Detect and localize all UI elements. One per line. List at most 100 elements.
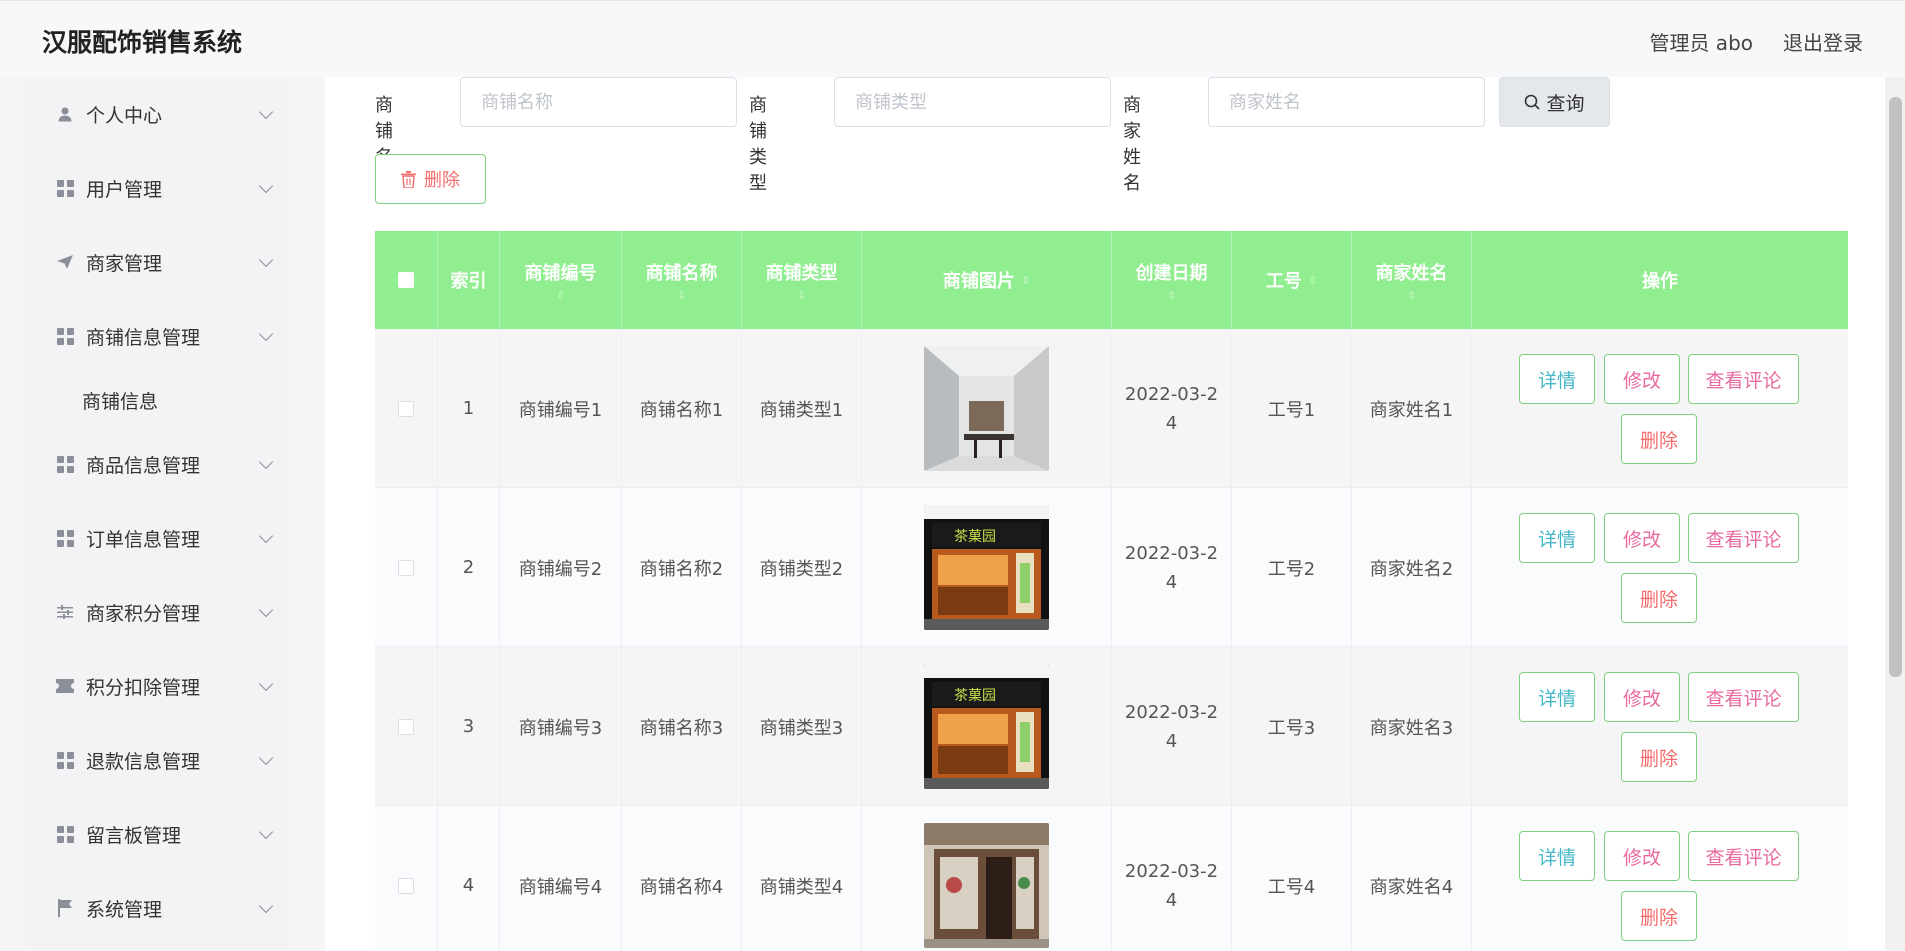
shop-image[interactable]: 茶菓园 — [924, 505, 1049, 630]
delete-button[interactable]: 删除 — [1621, 573, 1697, 623]
sidebar-item-label: 用户管理 — [86, 178, 163, 201]
cell-merchant: 商家姓名2 — [1352, 488, 1472, 647]
sidebar-item-merchant-points-management[interactable]: 商家积分管理 — [25, 575, 288, 649]
detail-button[interactable]: 详情 — [1519, 831, 1595, 881]
search-icon — [1525, 94, 1541, 110]
detail-button[interactable]: 详情 — [1519, 513, 1595, 563]
chevron-down-icon — [258, 178, 274, 194]
col-actions: 操作 — [1642, 271, 1678, 292]
shop-type-input[interactable] — [834, 77, 1111, 127]
vertical-scrollbar[interactable] — [1885, 77, 1905, 951]
chevron-down-icon — [258, 676, 274, 692]
chevron-down-icon — [258, 824, 274, 840]
cell-index: 3 — [438, 647, 500, 806]
sidebar-item-merchant-management[interactable]: 商家管理 — [25, 225, 288, 299]
view-comments-button[interactable]: 查看评论 — [1688, 672, 1799, 722]
sidebar-item-order-info-management[interactable]: 订单信息管理 — [25, 501, 288, 575]
cell-shop-no: 商铺编号2 — [500, 488, 622, 647]
sidebar-item-message-board-management[interactable]: 留言板管理 — [25, 797, 288, 871]
cell-shop-image — [862, 329, 1112, 488]
sidebar-item-refund-info-management[interactable]: 退款信息管理 — [25, 723, 288, 797]
sort-icon: ⇕ — [1020, 273, 1031, 287]
edit-button[interactable]: 修改 — [1604, 831, 1680, 881]
edit-button[interactable]: 修改 — [1604, 513, 1680, 563]
cell-created: 2022-03-24 — [1112, 488, 1232, 647]
sort-icon: ⇕ — [676, 288, 687, 302]
row-checkbox[interactable] — [375, 806, 438, 951]
delete-button[interactable]: 删除 — [1621, 414, 1697, 464]
edit-button[interactable]: 修改 — [1604, 672, 1680, 722]
select-all-checkbox[interactable] — [375, 231, 438, 329]
flag-icon — [56, 899, 74, 917]
logout-link[interactable]: 退出登录 — [1783, 27, 1863, 56]
shop-name-input[interactable] — [460, 77, 737, 127]
user-icon — [56, 105, 74, 123]
query-button[interactable]: 查询 — [1499, 77, 1610, 127]
cell-created: 2022-03-24 — [1112, 329, 1232, 488]
chevron-down-icon — [258, 750, 274, 766]
sidebar-item-label: 留言板管理 — [86, 824, 182, 847]
current-user-label[interactable]: 管理员 abo — [1649, 27, 1753, 56]
chevron-down-icon — [258, 454, 274, 470]
sidebar-item-product-info-management[interactable]: 商品信息管理 — [25, 427, 288, 501]
table-row: 2 商铺编号2 商铺名称2 商铺类型2 茶菓园 2022-03-24 工号2 商… — [375, 488, 1848, 647]
sidebar-item-label: 商铺信息管理 — [86, 326, 201, 349]
chevron-down-icon — [258, 104, 274, 120]
sidebar: 个人中心 用户管理 商家管理 商铺信息管理 商铺信息 商品信息管理 订单信息管理… — [25, 77, 288, 951]
sort-icon: ⇕ — [1307, 273, 1318, 287]
table-row: 1 商铺编号1 商铺名称1 商铺类型1 2022-03-24 工号1 商家姓名1 — [375, 329, 1848, 488]
col-shop-type[interactable]: 商铺类型 ⇕ — [742, 231, 862, 329]
cell-shop-no: 商铺编号3 — [500, 647, 622, 806]
batch-delete-button[interactable]: 删除 — [375, 154, 486, 204]
shop-image[interactable] — [924, 346, 1049, 471]
cell-shop-image: 茶菓园 — [862, 488, 1112, 647]
merchant-name-input[interactable] — [1208, 77, 1485, 127]
col-index: 索引 — [438, 231, 500, 329]
row-checkbox[interactable] — [375, 647, 438, 806]
grid-icon — [56, 529, 74, 547]
sidebar-item-label: 商家管理 — [86, 252, 163, 275]
app-title: 汉服配饰销售系统 — [42, 28, 243, 57]
chevron-down-icon — [258, 252, 274, 268]
sort-icon: ⇕ — [1166, 288, 1177, 302]
col-work-no[interactable]: 工号 ⇕ — [1232, 231, 1352, 329]
shop-image[interactable] — [924, 823, 1049, 948]
sidebar-subitem-shop-info[interactable]: 商铺信息 — [25, 372, 288, 428]
cell-shop-type: 商铺类型3 — [742, 647, 862, 806]
sidebar-item-system-management[interactable]: 系统管理 — [25, 871, 288, 945]
sort-icon: ⇕ — [796, 288, 807, 302]
shop-image[interactable]: 茶菓园 — [924, 664, 1049, 789]
detail-button[interactable]: 详情 — [1519, 672, 1595, 722]
col-shop-no[interactable]: 商铺编号 ⇕ — [500, 231, 622, 329]
sidebar-item-label: 个人中心 — [86, 104, 163, 127]
sort-icon: ⇕ — [1406, 288, 1417, 302]
cell-shop-image: 茶菓园 — [862, 647, 1112, 806]
view-comments-button[interactable]: 查看评论 — [1688, 354, 1799, 404]
detail-button[interactable]: 详情 — [1519, 354, 1595, 404]
chevron-down-icon — [258, 602, 274, 618]
col-shop-name[interactable]: 商铺名称 ⇕ — [622, 231, 742, 329]
col-created[interactable]: 创建日期 ⇕ — [1112, 231, 1232, 329]
top-header: 汉服配饰销售系统 管理员 abo 退出登录 — [0, 0, 1905, 77]
sidebar-item-label: 系统管理 — [86, 898, 163, 921]
edit-button[interactable]: 修改 — [1604, 354, 1680, 404]
scrollbar-thumb[interactable] — [1889, 97, 1902, 677]
sidebar-item-personal-center[interactable]: 个人中心 — [25, 77, 288, 151]
ticket-icon — [56, 677, 74, 695]
row-checkbox[interactable] — [375, 329, 438, 488]
row-checkbox[interactable] — [375, 488, 438, 647]
delete-button[interactable]: 删除 — [1621, 891, 1697, 941]
cell-merchant: 商家姓名4 — [1352, 806, 1472, 951]
sidebar-item-shop-info-management[interactable]: 商铺信息管理 — [25, 299, 288, 373]
cell-shop-no: 商铺编号4 — [500, 806, 622, 951]
view-comments-button[interactable]: 查看评论 — [1688, 831, 1799, 881]
delete-button[interactable]: 删除 — [1621, 732, 1697, 782]
cell-actions: 详情 修改 查看评论 删除 — [1472, 647, 1848, 806]
cell-merchant: 商家姓名3 — [1352, 647, 1472, 806]
col-shop-image[interactable]: 商铺图片 ⇕ — [862, 231, 1112, 329]
cell-shop-type: 商铺类型4 — [742, 806, 862, 951]
sidebar-item-points-deduction-management[interactable]: 积分扣除管理 — [25, 649, 288, 723]
col-merchant[interactable]: 商家姓名 ⇕ — [1352, 231, 1472, 329]
sidebar-item-user-management[interactable]: 用户管理 — [25, 151, 288, 225]
view-comments-button[interactable]: 查看评论 — [1688, 513, 1799, 563]
